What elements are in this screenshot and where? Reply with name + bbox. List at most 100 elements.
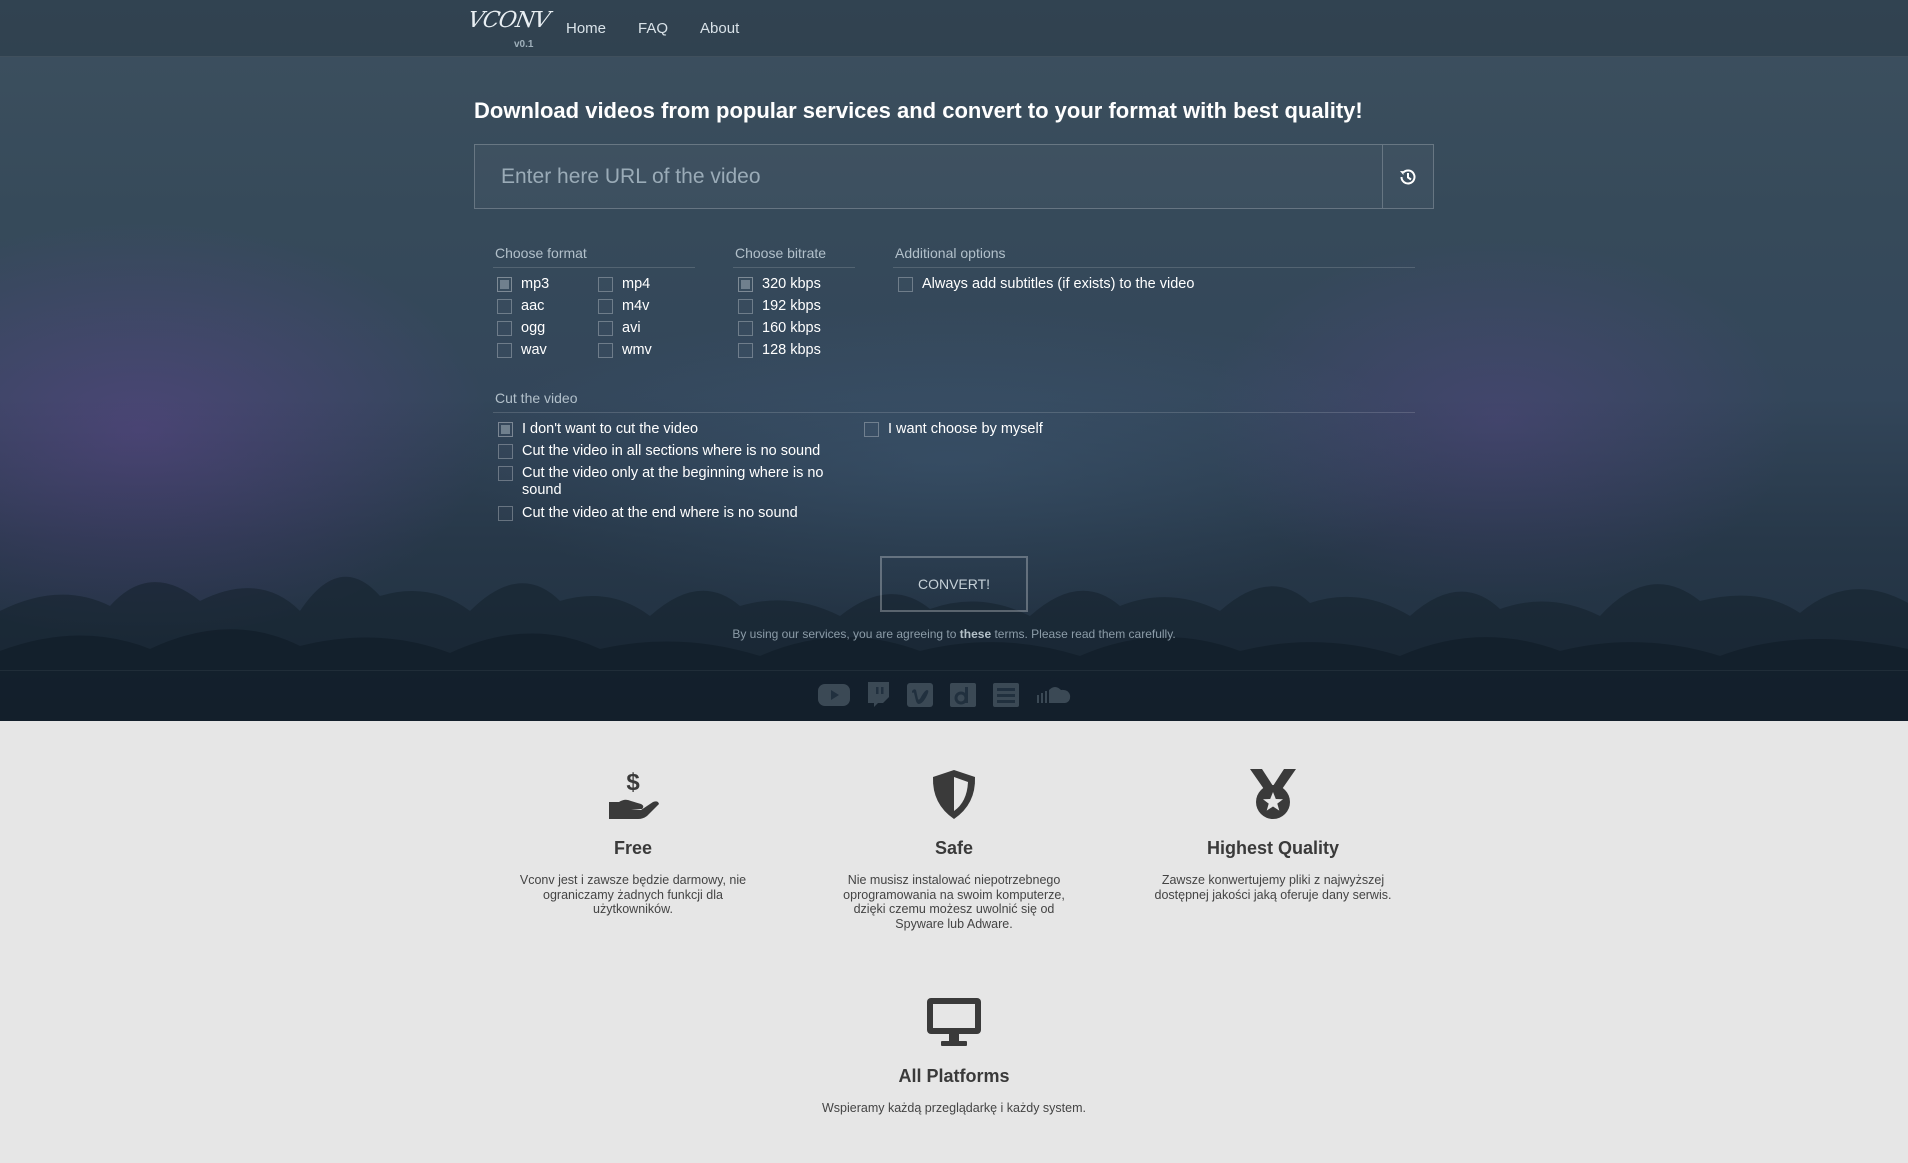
option-label: avi [622,320,641,336]
format-option-wav[interactable]: wav [497,342,547,359]
bitrate-group-title: Choose bitrate [735,245,827,261]
logo-text: VCONV [465,8,552,33]
checkbox[interactable] [498,506,513,521]
youtube-icon [818,684,850,706]
dailymotion-icon [950,683,976,707]
checkbox[interactable] [497,321,512,336]
terms-text-before: By using our services, you are agreeing … [732,627,960,641]
format-option-mp4[interactable]: mp4 [598,276,650,293]
history-icon [1400,169,1416,184]
option-label: 192 kbps [762,298,821,314]
bitrate-divider [733,267,855,268]
checkbox[interactable] [738,321,753,336]
supported-services [818,680,1088,710]
additional-divider [893,267,1415,268]
checkbox[interactable] [598,321,613,336]
option-label: Cut the video in all sections where is n… [522,443,821,459]
checkbox[interactable] [498,444,513,459]
cut-divider [493,412,1415,413]
nav-link-faq[interactable]: FAQ [638,20,668,37]
checkbox[interactable] [598,299,613,314]
format-divider [493,267,695,268]
option-label: ogg [521,320,546,336]
feature-description: Wspieramy każdą przeglądarkę i każdy sys… [822,1101,1086,1115]
option-label: wav [521,342,547,358]
url-form [474,144,1434,209]
bitrate-option-320[interactable]: 320 kbps [738,276,821,293]
checkbox[interactable] [497,343,512,358]
page-headline: Download videos from popular services an… [474,98,1363,123]
svg-text:$: $ [626,769,640,796]
format-option-avi[interactable]: avi [598,320,641,337]
cut-option-all-silence[interactable]: Cut the video in all sections where is n… [498,443,838,460]
shield-icon [932,770,976,819]
feature-title: All Platforms [898,1066,1010,1086]
option-label: Always add subtitles (if exists) to the … [922,276,1195,292]
twitch-icon [868,682,889,707]
format-option-mp3[interactable]: mp3 [497,276,549,293]
format-option-ogg[interactable]: ogg [497,320,545,337]
feature-safe: Safe Nie musisz instalować niepotrzebneg… [834,768,1074,931]
option-label: I don't want to cut the video [522,421,699,437]
checkbox[interactable] [497,277,512,292]
checkbox[interactable] [498,422,513,437]
subtitles-option[interactable]: Always add subtitles (if exists) to the … [898,276,1194,293]
feature-description: Nie musisz instalować niepotrzebnego opr… [843,873,1065,931]
bitrate-option-128[interactable]: 128 kbps [738,342,821,359]
logo[interactable]: VCONV v0.1 [466,8,551,52]
services-divider [0,670,1908,671]
option-label: 160 kbps [762,320,821,336]
cut-option-custom[interactable]: I want choose by myself [864,421,1043,438]
history-button[interactable] [1382,145,1433,208]
monitor-icon [927,998,981,1046]
terms-notice: By using our services, you are agreeing … [0,627,1908,641]
checkbox[interactable] [497,299,512,314]
hand-dollar-icon: $ [609,769,659,819]
checkbox[interactable] [738,277,753,292]
feature-platforms: All Platforms Wspieramy każdą przeglądar… [774,996,1134,1116]
checkbox[interactable] [498,466,513,481]
terms-text-after: terms. Please read them carefully. [991,627,1176,641]
checkbox[interactable] [864,422,879,437]
option-label: aac [521,298,545,314]
format-option-m4v[interactable]: m4v [598,298,649,315]
feature-description: Vconv jest i zawsze będzie darmowy, nie … [519,873,747,916]
terms-link[interactable]: these [960,627,991,641]
option-label: mp3 [521,276,550,292]
feature-description: Zawsze konwertujemy pliki z najwyższej d… [1154,873,1392,902]
version-label: v0.1 [514,39,534,50]
navbar: VCONV v0.1 Home FAQ About [0,0,1908,57]
nav-link-about[interactable]: About [700,20,739,37]
bitrate-option-160[interactable]: 160 kbps [738,320,821,337]
nav-link-home[interactable]: Home [566,20,606,37]
option-label: I want choose by myself [888,421,1043,437]
checkbox[interactable] [738,343,753,358]
option-label: m4v [622,298,650,314]
cut-option-beginning[interactable]: Cut the video only at the beginning wher… [498,465,838,499]
option-label: Cut the video only at the beginning wher… [522,465,824,498]
option-label: mp4 [622,276,651,292]
format-option-wmv[interactable]: wmv [598,342,652,359]
additional-group-title: Additional options [895,245,1006,261]
nav-links: Home FAQ About [566,20,771,37]
option-label: wmv [622,342,652,358]
url-input[interactable] [475,145,1383,208]
convert-button[interactable]: CONVERT! [880,556,1028,612]
format-group-title: Choose format [495,245,587,261]
vimeo-icon [907,683,933,707]
checkbox[interactable] [598,277,613,292]
checkbox[interactable] [598,343,613,358]
cut-option-end[interactable]: Cut the video at the end where is no sou… [498,505,838,522]
format-option-aac[interactable]: aac [497,298,544,315]
feature-free: $ Free Vconv jest i zawsze będzie darmow… [513,768,753,917]
cut-option-none[interactable]: I don't want to cut the video [498,421,838,438]
soundcloud-icon [1037,687,1071,703]
feature-title: Free [613,838,653,858]
bitrate-option-192[interactable]: 192 kbps [738,298,821,315]
checkbox[interactable] [738,299,753,314]
feature-title: Safe [934,838,974,858]
checkbox[interactable] [898,277,913,292]
option-label: 128 kbps [762,342,821,358]
medal-icon [1250,769,1296,819]
option-label: Cut the video at the end where is no sou… [522,505,798,521]
